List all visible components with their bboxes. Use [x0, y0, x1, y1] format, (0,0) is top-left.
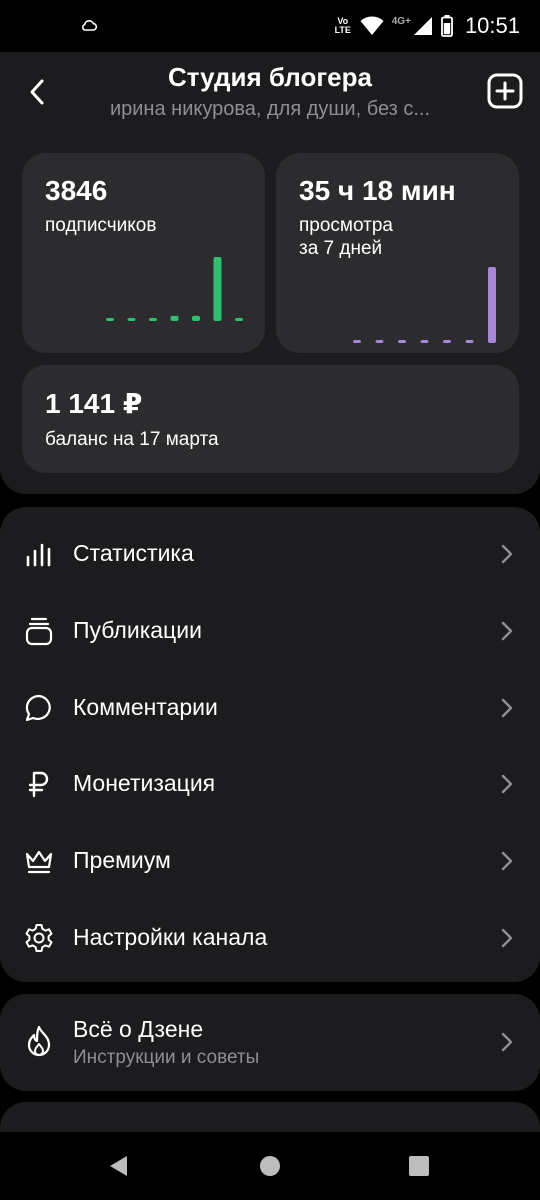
subscribers-card[interactable]: 3846 подписчиков	[22, 153, 265, 353]
mini-chart-bar	[420, 340, 429, 343]
nav-recents-icon[interactable]	[407, 1154, 431, 1178]
page-title: Студия блогера	[168, 62, 372, 92]
mini-chart-bar	[235, 318, 243, 321]
about-title: Всё о Дзене	[73, 1016, 204, 1042]
menu-item-statistics[interactable]: Статистика	[0, 515, 540, 592]
about-subtitle: Инструкции и советы	[73, 1047, 260, 1068]
crown-icon	[22, 844, 56, 878]
status-bar: Vo LTE 4G+ 10:51	[0, 0, 540, 52]
mini-chart-bar	[170, 315, 179, 321]
back-button[interactable]	[18, 72, 58, 112]
volte-icon: Vo LTE	[334, 16, 351, 35]
menu-item-premium[interactable]: Премиум	[0, 822, 540, 899]
gear-icon	[22, 921, 56, 955]
app-header: Студия блогера ирина никурова, для души,…	[0, 52, 540, 130]
balance-value: 1 141 ₽	[45, 388, 143, 419]
nav-back-icon[interactable]	[107, 1154, 131, 1178]
mini-chart-bar	[488, 267, 496, 343]
ruble-icon	[22, 767, 56, 801]
signal-icon	[413, 17, 432, 35]
studio-menu: Статистика Публикации Комментарии Монети…	[0, 507, 540, 982]
views-card[interactable]: 35 ч 18 мин просмотра за 7 дней	[276, 153, 519, 353]
mini-chart-bar	[353, 340, 361, 343]
wifi-icon	[360, 16, 384, 35]
flame-icon	[22, 1024, 56, 1058]
menu-item-label: Настройки канала	[73, 924, 268, 950]
mini-chart-bar	[465, 340, 474, 343]
system-nav-bar	[0, 1132, 540, 1200]
chevron-right-icon	[501, 1032, 513, 1052]
status-icons: Vo LTE 4G+ 10:51	[334, 10, 520, 42]
mini-chart-bar	[106, 318, 114, 321]
mini-chart-bar	[127, 318, 136, 321]
chevron-right-icon	[501, 928, 513, 947]
battery-icon	[441, 15, 453, 37]
chevron-right-icon	[501, 851, 513, 870]
menu-item-label: Премиум	[73, 847, 171, 873]
balance-label: баланс на 17 марта	[45, 429, 219, 450]
chevron-right-icon	[501, 621, 513, 640]
chat-bubble-icon	[22, 691, 56, 725]
cloud-icon	[81, 20, 98, 31]
stats-section: 3846 подписчиков 35 ч 18 мин просмотра з…	[0, 130, 540, 494]
mini-chart-bar	[375, 340, 384, 343]
views-mini-chart	[353, 267, 496, 343]
mini-chart-bar	[443, 340, 451, 343]
stack-icon	[22, 614, 56, 648]
mini-chart-bar	[149, 318, 157, 321]
channel-subtitle: ирина никурова, для души, без с...	[109, 98, 431, 120]
plus-square-icon[interactable]	[486, 72, 524, 110]
menu-item-label: Публикации	[73, 617, 202, 643]
bar-chart-icon	[22, 537, 56, 571]
clock: 10:51	[464, 13, 520, 38]
network-type: 4G+	[391, 15, 411, 27]
menu-item-publications[interactable]: Публикации	[0, 592, 540, 669]
chevron-right-icon	[501, 544, 513, 563]
chevron-left-icon	[30, 79, 44, 105]
mini-chart-bar	[398, 340, 406, 343]
menu-item-monetization[interactable]: Монетизация	[0, 745, 540, 822]
menu-item-label: Монетизация	[73, 770, 216, 796]
chevron-right-icon	[501, 774, 513, 793]
subscribers-mini-chart	[106, 257, 243, 321]
chevron-right-icon	[501, 698, 513, 717]
nav-home-icon[interactable]	[258, 1154, 282, 1178]
menu-item-label: Комментарии	[73, 694, 218, 720]
balance-card[interactable]: 1 141 ₽ баланс на 17 марта	[22, 365, 519, 473]
menu-item-label: Статистика	[73, 540, 194, 566]
menu-item-comments[interactable]: Комментарии	[0, 669, 540, 746]
mini-chart-bar	[213, 257, 222, 321]
about-dzen-card[interactable]: Всё о Дзене Инструкции и советы	[0, 994, 540, 1091]
mini-chart-bar	[192, 315, 200, 321]
menu-item-channel-settings[interactable]: Настройки канала	[0, 899, 540, 976]
